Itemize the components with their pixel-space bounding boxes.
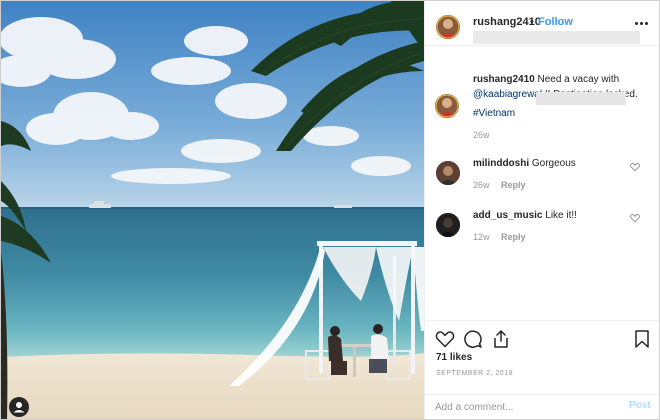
caption-author-avatar[interactable] (435, 94, 459, 118)
user-tag-icon[interactable] (9, 397, 29, 417)
caption-hashtag[interactable]: #Vietnam (473, 108, 515, 119)
comment-avatar[interactable] (436, 213, 460, 237)
share-upload-icon[interactable] (491, 329, 511, 349)
comment-avatar[interactable] (436, 161, 460, 185)
header-separator: • (530, 16, 534, 28)
more-horizontal-icon[interactable] (635, 21, 649, 27)
follow-button[interactable]: Follow (538, 16, 573, 28)
comment-timestamp: 26w (473, 180, 490, 190)
header-divider (425, 45, 659, 46)
comment-timestamp: 12w (473, 232, 490, 242)
post-date: SEPTEMBER 2, 2018 (436, 370, 513, 377)
speech-bubble-icon[interactable] (463, 329, 483, 349)
location-redacted (473, 31, 640, 44)
post-details-panel: rushang2410 • Follow rushang2410 Need a … (424, 1, 659, 419)
post-photo[interactable] (1, 1, 424, 419)
comment-text: add_us_music Like it!! (473, 210, 577, 221)
comment-text: milinddoshi Gorgeous (473, 158, 576, 169)
comment-meta: 26w Reply (473, 180, 526, 190)
caption-author[interactable]: rushang2410 (473, 74, 535, 85)
author-avatar[interactable] (436, 15, 460, 39)
heart-small-icon[interactable] (630, 213, 640, 223)
reply-button[interactable]: Reply (501, 232, 526, 242)
bookmark-icon[interactable] (632, 329, 652, 349)
post-header: rushang2410 • Follow (425, 1, 659, 45)
likes-count[interactable]: 71 likes (436, 352, 472, 363)
comment-body: Like it!! (545, 210, 577, 221)
caption-mention[interactable]: @kaabiagrewal (473, 89, 542, 100)
comment-username[interactable]: add_us_music (473, 210, 542, 221)
caption-text-before: Need a vacay with (537, 74, 620, 85)
comment-meta: 12w Reply (473, 232, 526, 242)
comment-input-divider (425, 394, 659, 395)
reply-button[interactable]: Reply (501, 180, 526, 190)
post-comment-button[interactable]: Post (629, 400, 651, 411)
caption-timestamp: 26w (473, 130, 490, 140)
comment-body: Gorgeous (531, 158, 576, 169)
comment-username[interactable]: milinddoshi (473, 158, 529, 169)
heart-small-icon[interactable] (630, 162, 640, 172)
instagram-post-window: rushang2410 • Follow rushang2410 Need a … (0, 0, 660, 420)
beach-photo-illustration (1, 1, 424, 419)
actions-divider (425, 320, 659, 321)
heart-outline-icon[interactable] (435, 329, 455, 349)
add-comment-input[interactable] (435, 398, 610, 416)
caption-redacted (536, 92, 626, 105)
